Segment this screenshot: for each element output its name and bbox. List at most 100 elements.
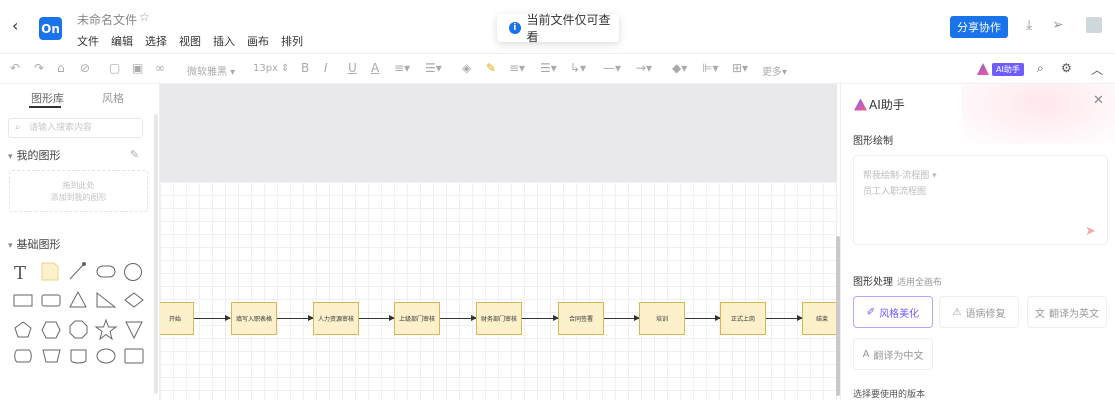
rectangle-icon[interactable]: ▢	[109, 61, 120, 75]
format-painter-icon[interactable]: ⌂	[57, 61, 65, 75]
align-shapes-icon[interactable]: ⊫▾	[702, 61, 718, 75]
prompt-type-select[interactable]: 帮我绘制-流程图 ▾	[863, 168, 937, 181]
menu-canvas[interactable]: 画布	[247, 33, 269, 49]
layer-icon[interactable]: ◆▾	[672, 61, 687, 75]
redo-icon[interactable]: ↷	[34, 61, 44, 75]
more-button[interactable]: 更多▾	[762, 63, 787, 78]
back-icon[interactable]: ‹	[12, 16, 18, 35]
send-icon[interactable]: ➢	[1052, 17, 1064, 33]
bold-icon[interactable]: B	[301, 61, 309, 75]
flow-node[interactable]: 合同签署	[558, 302, 604, 335]
line-type-icon[interactable]: —▾	[603, 61, 621, 75]
basic-shapes-header[interactable]: ▾ 基础图形	[8, 236, 61, 252]
version-select-label: 选择要使用的版本	[853, 390, 926, 400]
translate-chinese-button[interactable]: A 翻译为中文	[853, 338, 933, 370]
underline-icon[interactable]: U	[348, 61, 357, 75]
connector-icon[interactable]: ↳▾	[570, 61, 586, 75]
menu-file[interactable]: 文件	[77, 33, 99, 49]
hexagon-shape[interactable]	[41, 321, 61, 339]
my-shapes-header[interactable]: ▾ 我的图形	[8, 147, 61, 163]
inverted-triangle-shape[interactable]	[125, 321, 143, 340]
menu-insert[interactable]: 插入	[213, 33, 235, 49]
triangle-shape[interactable]	[69, 290, 87, 308]
font-color-icon[interactable]: A	[371, 61, 379, 75]
text-shape[interactable]: T	[14, 263, 26, 284]
ellipse-shape[interactable]	[96, 348, 116, 364]
line-width-icon[interactable]: ☰▾	[540, 61, 557, 75]
rounded-square-shape[interactable]	[41, 294, 61, 307]
link-icon[interactable]: ∞	[155, 61, 165, 75]
flow-node[interactable]: 上级部门审核	[394, 302, 440, 335]
send-icon[interactable]: ➤	[1085, 224, 1096, 239]
fill-color-icon[interactable]: ◈	[462, 61, 471, 75]
find-icon[interactable]: ⌕	[1037, 61, 1044, 76]
arrow-style-icon[interactable]: →▾	[636, 61, 652, 75]
flow-node[interactable]: 人力资源审核	[313, 302, 359, 335]
line-shape[interactable]	[69, 263, 85, 280]
process-hint: 适用全画布	[897, 278, 943, 288]
note-shape[interactable]	[41, 262, 59, 281]
flow-node[interactable]: 财务部门审核	[476, 302, 522, 335]
settings-icon[interactable]: ⚙	[1061, 61, 1072, 75]
share-button[interactable]: 分享协作	[950, 16, 1008, 38]
grammar-fix-button[interactable]: ⚠ 语病修复	[939, 296, 1019, 328]
line-style-icon[interactable]: ≡▾	[509, 61, 525, 75]
octagon-shape[interactable]	[69, 320, 88, 339]
rounded-rectangle-shape[interactable]	[96, 265, 116, 278]
ai-assistant-toggle[interactable]: AI助手	[977, 62, 1027, 76]
app-logo[interactable]: On	[39, 17, 62, 40]
download-icon[interactable]: ⤓	[1026, 17, 1032, 33]
italic-icon[interactable]: I	[324, 61, 328, 75]
rectangle-shape[interactable]	[13, 294, 33, 307]
flow-node[interactable]: 正式上岗	[720, 302, 766, 335]
undo-icon[interactable]: ↶	[10, 61, 20, 75]
menu-arrange[interactable]: 排列	[281, 33, 303, 49]
align-icon[interactable]: ☰▾	[425, 61, 442, 75]
font-size-select[interactable]: 13px ⇕	[253, 63, 290, 74]
translate-english-button[interactable]: 文翻译为英文	[1027, 296, 1107, 328]
diagram-canvas[interactable]: 开始 填写入职表格 人力资源审核 上级部门审核 财务部门审核 合同签署 培训 正…	[160, 84, 837, 400]
tab-style[interactable]: 风格	[102, 90, 124, 106]
left-panel-scrollbar[interactable]	[154, 114, 158, 394]
process-section-label: 图形处理 适用全画布	[853, 277, 943, 288]
group-icon[interactable]: ⊞▾	[732, 61, 748, 75]
star-icon[interactable]: ☆	[139, 10, 150, 24]
collapse-icon[interactable]: ︿	[1091, 61, 1103, 78]
clear-format-icon[interactable]: ⊘	[80, 61, 90, 75]
shape-search-input[interactable]: ⌕ 请输入搜索内容	[8, 118, 143, 138]
menu-select[interactable]: 选择	[145, 33, 167, 49]
tab-shape-library[interactable]: 图形库	[31, 90, 64, 106]
trapezoid-shape[interactable]	[42, 349, 61, 363]
document-shape[interactable]	[70, 349, 87, 364]
cloud-shape[interactable]	[14, 349, 32, 363]
close-icon[interactable]: ✕	[1093, 93, 1104, 108]
draw-section-label: 图形绘制	[853, 136, 893, 147]
document-title[interactable]: 未命名文件	[77, 11, 137, 28]
menu-bar: 文件 编辑 选择 视图 插入 画布 排列	[77, 33, 303, 49]
menu-edit[interactable]: 编辑	[111, 33, 133, 49]
flow-node-start[interactable]: 开始	[160, 302, 194, 335]
line-color-icon[interactable]: ✎	[486, 61, 496, 75]
image-icon[interactable]: ▣	[132, 61, 143, 75]
font-family-select[interactable]: 微软雅黑 ▾	[187, 63, 235, 78]
pentagon-shape[interactable]	[14, 321, 32, 338]
flow-node-end[interactable]: 结束	[802, 302, 837, 335]
flow-node[interactable]: 培训	[639, 302, 685, 335]
ai-prompt-input[interactable]: 帮我绘制-流程图 ▾ 员工入职流程图 ➤	[853, 155, 1108, 245]
star-shape[interactable]	[94, 318, 118, 341]
line-height-icon[interactable]: ≡▾	[394, 61, 410, 75]
my-shapes-drop-area[interactable]: 拖到此处 添加到我的图形	[9, 170, 148, 212]
right-triangle-shape[interactable]	[96, 291, 117, 308]
beautify-button[interactable]: ✐ 风格美化	[853, 296, 933, 328]
brush-icon: ✐	[866, 306, 876, 318]
card-shape[interactable]	[124, 348, 144, 364]
flow-arrow	[685, 315, 721, 321]
circle-shape[interactable]	[124, 263, 142, 281]
menu-view[interactable]: 视图	[179, 33, 201, 49]
avatar[interactable]	[1086, 17, 1102, 33]
flow-node[interactable]: 填写入职表格	[231, 302, 277, 335]
edit-icon[interactable]: ✎	[130, 148, 139, 161]
prompt-text[interactable]: 员工入职流程图	[863, 184, 926, 197]
diamond-shape[interactable]	[124, 292, 144, 308]
flow-arrow	[604, 315, 640, 321]
